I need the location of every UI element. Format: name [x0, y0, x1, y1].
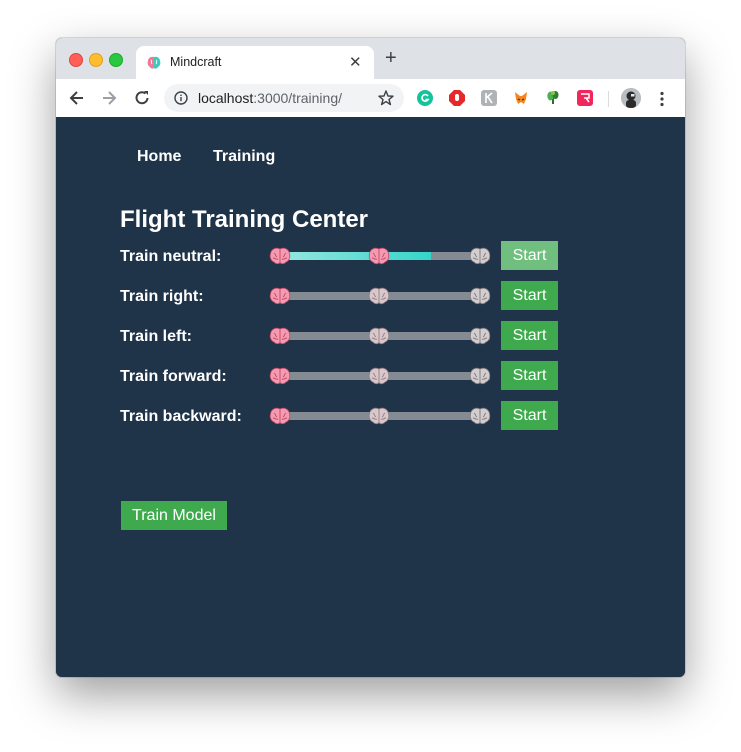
- brain-start-icon: [269, 287, 291, 305]
- brain-end-icon: [469, 287, 491, 305]
- brain-start-icon: [269, 367, 291, 385]
- close-tab-icon[interactable]: ✕: [349, 53, 362, 71]
- url-text: localhost:3000/training/: [198, 90, 342, 106]
- train-forward-start-button[interactable]: Start: [501, 361, 558, 390]
- brain-mid-icon: [368, 407, 390, 425]
- close-window-button[interactable]: [69, 53, 83, 67]
- train-left-start-button[interactable]: Start: [501, 321, 558, 350]
- plant-icon[interactable]: [545, 90, 561, 106]
- brain-end-icon: [469, 407, 491, 425]
- url-host: localhost: [198, 90, 254, 106]
- nav-home-link[interactable]: Home: [137, 148, 181, 166]
- address-bar[interactable]: localhost:3000/training/: [164, 84, 404, 112]
- train-right-start-button[interactable]: Start: [501, 281, 558, 310]
- new-tab-button[interactable]: +: [385, 48, 397, 68]
- browser-toolbar: localhost:3000/training/: [56, 79, 685, 118]
- bookmark-star-icon[interactable]: [377, 89, 395, 107]
- browser-window: Mindcraft ✕ + localhost:3000/training/ H…: [56, 38, 685, 677]
- train-forward-label: Train forward:: [120, 368, 227, 385]
- train-right-label: Train right:: [120, 288, 204, 305]
- train-left-label: Train left:: [120, 328, 193, 345]
- train-neutral-progress-fill: [278, 252, 431, 260]
- adblock-icon[interactable]: [449, 90, 465, 106]
- train-neutral-start-button[interactable]: Start: [501, 241, 558, 270]
- page-title: Flight Training Center: [120, 206, 369, 233]
- url-path: :3000/training/: [253, 90, 342, 106]
- train-backward-start-button[interactable]: Start: [501, 401, 558, 430]
- brain-mid-icon: [368, 287, 390, 305]
- profile-avatar[interactable]: [621, 88, 641, 108]
- train-backward-label: Train backward:: [120, 408, 242, 425]
- train-neutral-label: Train neutral:: [120, 248, 222, 265]
- avatar-image-icon: [621, 88, 641, 108]
- brain-end-icon: [469, 247, 491, 265]
- brain-end-icon: [469, 367, 491, 385]
- train-model-button[interactable]: Train Model: [121, 501, 227, 530]
- brain-mid-icon: [368, 327, 390, 345]
- reload-icon[interactable]: [132, 88, 152, 108]
- tab-strip: Mindcraft ✕ +: [56, 38, 685, 79]
- more-menu-icon[interactable]: [660, 91, 664, 107]
- brain-favicon-icon: [147, 56, 161, 69]
- brain-start-icon: [269, 247, 291, 265]
- info-icon[interactable]: [174, 91, 188, 105]
- brain-mid-icon: [368, 367, 390, 385]
- pink-ext-icon[interactable]: [577, 90, 593, 106]
- tab-mindcraft[interactable]: Mindcraft ✕: [136, 46, 374, 79]
- page-content: Home Training Flight Training Center Tra…: [56, 117, 685, 677]
- tab-title: Mindcraft: [170, 55, 222, 69]
- grammarly-icon[interactable]: [417, 90, 433, 106]
- toolbar-divider: [608, 91, 609, 107]
- back-arrow-icon[interactable]: [67, 88, 87, 108]
- brain-start-icon: [269, 327, 291, 345]
- brain-end-icon: [469, 327, 491, 345]
- brain-start-icon: [269, 407, 291, 425]
- forward-arrow-icon[interactable]: [99, 88, 119, 108]
- rk-icon[interactable]: [481, 90, 497, 106]
- maximize-window-button[interactable]: [109, 53, 123, 67]
- brain-mid-icon: [368, 247, 390, 265]
- nav-training-link[interactable]: Training: [213, 148, 275, 166]
- metamask-icon[interactable]: [513, 90, 529, 106]
- minimize-window-button[interactable]: [89, 53, 103, 67]
